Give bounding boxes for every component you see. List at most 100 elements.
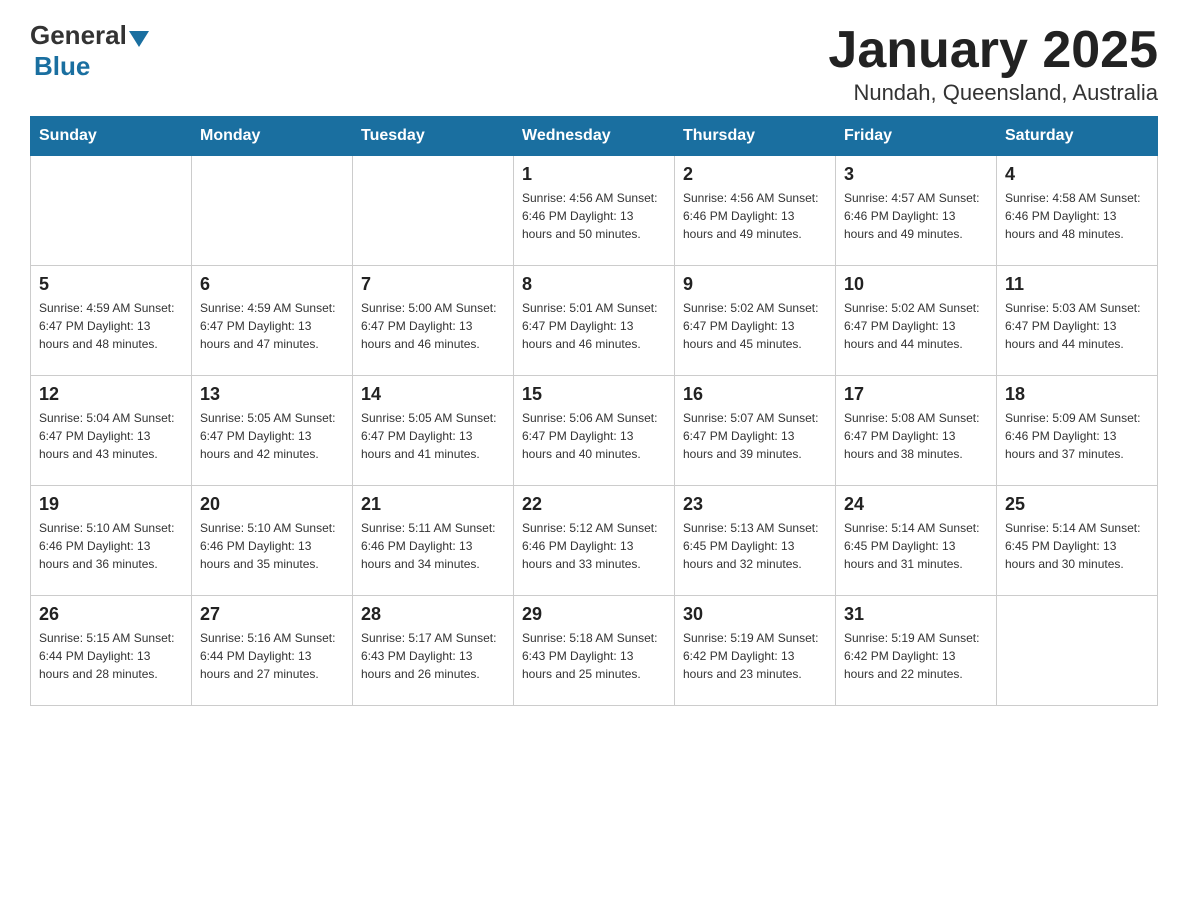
calendar-cell: 3 Sunrise: 4:57 AM Sunset: 6:46 PM Daylig… [836,156,997,266]
day-info: Sunrise: 5:19 AM Sunset: 6:42 PM Dayligh… [683,631,818,681]
day-number: 5 [39,274,183,295]
day-number: 10 [844,274,988,295]
calendar-cell: 13 Sunrise: 5:05 AM Sunset: 6:47 PM Dayli… [192,376,353,486]
day-header-wednesday: Wednesday [514,117,675,156]
calendar-cell: 14Sunrise: 5:05 AM Sunset: 6:47 PM Dayli… [353,376,514,486]
day-info: Sunrise: 4:57 AM Sunset: 6:46 PM Dayligh… [844,191,979,241]
day-info: Sunrise: 5:05 AM Sunset: 6:47 PM Dayligh… [200,411,335,461]
day-info: Sunrise: 5:09 AM Sunset: 6:46 PM Dayligh… [1005,411,1140,461]
day-header-friday: Friday [836,117,997,156]
day-info: Sunrise: 4:59 AM Sunset: 6:47 PM Dayligh… [39,301,174,351]
day-header-monday: Monday [192,117,353,156]
day-number: 23 [683,494,827,515]
day-info: Sunrise: 5:02 AM Sunset: 6:47 PM Dayligh… [844,301,979,351]
day-number: 3 [844,164,988,185]
day-info: Sunrise: 5:03 AM Sunset: 6:47 PM Dayligh… [1005,301,1140,351]
calendar-cell: 22 Sunrise: 5:12 AM Sunset: 6:46 PM Dayli… [514,486,675,596]
calendar-cell: 23 Sunrise: 5:13 AM Sunset: 6:45 PM Dayli… [675,486,836,596]
day-info: Sunrise: 5:04 AM Sunset: 6:47 PM Dayligh… [39,411,174,461]
calendar-cell: 29 Sunrise: 5:18 AM Sunset: 6:43 PM Dayli… [514,596,675,706]
day-info: Sunrise: 5:07 AM Sunset: 6:47 PM Dayligh… [683,411,818,461]
day-number: 19 [39,494,183,515]
day-number: 16 [683,384,827,405]
calendar-cell [31,156,192,266]
day-info: Sunrise: 5:12 AM Sunset: 6:46 PM Dayligh… [522,521,657,571]
calendar-cell: 30 Sunrise: 5:19 AM Sunset: 6:42 PM Dayli… [675,596,836,706]
day-number: 18 [1005,384,1149,405]
day-number: 15 [522,384,666,405]
day-number: 30 [683,604,827,625]
calendar-subtitle: Nundah, Queensland, Australia [828,80,1158,106]
day-number: 11 [1005,274,1149,295]
day-number: 7 [361,274,505,295]
logo: General Blue [30,20,149,82]
day-number: 29 [522,604,666,625]
calendar-cell: 5 Sunrise: 4:59 AM Sunset: 6:47 PM Daylig… [31,266,192,376]
calendar-cell: 12 Sunrise: 5:04 AM Sunset: 6:47 PM Dayli… [31,376,192,486]
day-info: Sunrise: 5:11 AM Sunset: 6:46 PM Dayligh… [361,521,496,571]
day-info: Sunrise: 5:14 AM Sunset: 6:45 PM Dayligh… [1005,521,1140,571]
day-info: Sunrise: 4:56 AM Sunset: 6:46 PM Dayligh… [522,191,657,241]
logo-blue-text: Blue [34,51,90,82]
day-number: 28 [361,604,505,625]
calendar-cell: 8 Sunrise: 5:01 AM Sunset: 6:47 PM Daylig… [514,266,675,376]
day-number: 2 [683,164,827,185]
title-section: January 2025 Nundah, Queensland, Austral… [828,20,1158,106]
day-info: Sunrise: 5:19 AM Sunset: 6:42 PM Dayligh… [844,631,979,681]
day-info: Sunrise: 5:14 AM Sunset: 6:45 PM Dayligh… [844,521,979,571]
day-info: Sunrise: 5:02 AM Sunset: 6:47 PM Dayligh… [683,301,818,351]
day-header-sunday: Sunday [31,117,192,156]
day-number: 24 [844,494,988,515]
calendar-header-row: SundayMondayTuesdayWednesdayThursdayFrid… [31,117,1158,156]
calendar-cell: 11 Sunrise: 5:03 AM Sunset: 6:47 PM Dayli… [997,266,1158,376]
calendar-cell: 2 Sunrise: 4:56 AM Sunset: 6:46 PM Daylig… [675,156,836,266]
calendar-cell: 27 Sunrise: 5:16 AM Sunset: 6:44 PM Dayli… [192,596,353,706]
calendar-cell [192,156,353,266]
day-info: Sunrise: 5:00 AM Sunset: 6:47 PM Dayligh… [361,301,496,351]
calendar-cell: 9 Sunrise: 5:02 AM Sunset: 6:47 PM Daylig… [675,266,836,376]
day-number: 6 [200,274,344,295]
day-info: Sunrise: 4:56 AM Sunset: 6:46 PM Dayligh… [683,191,818,241]
day-info: Sunrise: 5:17 AM Sunset: 6:43 PM Dayligh… [361,631,496,681]
day-number: 1 [522,164,666,185]
day-number: 4 [1005,164,1149,185]
day-info: Sunrise: 4:58 AM Sunset: 6:46 PM Dayligh… [1005,191,1140,241]
calendar-table: SundayMondayTuesdayWednesdayThursdayFrid… [30,116,1158,706]
day-number: 21 [361,494,505,515]
page-header: General Blue January 2025 Nundah, Queens… [30,20,1158,106]
day-number: 25 [1005,494,1149,515]
calendar-cell: 4 Sunrise: 4:58 AM Sunset: 6:46 PM Daylig… [997,156,1158,266]
calendar-cell: 1 Sunrise: 4:56 AM Sunset: 6:46 PM Daylig… [514,156,675,266]
calendar-cell: 24 Sunrise: 5:14 AM Sunset: 6:45 PM Dayli… [836,486,997,596]
day-info: Sunrise: 5:18 AM Sunset: 6:43 PM Dayligh… [522,631,657,681]
day-info: Sunrise: 5:08 AM Sunset: 6:47 PM Dayligh… [844,411,979,461]
week-row-3: 12 Sunrise: 5:04 AM Sunset: 6:47 PM Dayli… [31,376,1158,486]
day-number: 22 [522,494,666,515]
day-header-tuesday: Tuesday [353,117,514,156]
day-number: 9 [683,274,827,295]
day-number: 27 [200,604,344,625]
day-number: 31 [844,604,988,625]
calendar-cell: 19 Sunrise: 5:10 AM Sunset: 6:46 PM Dayli… [31,486,192,596]
calendar-cell [997,596,1158,706]
calendar-cell: 20Sunrise: 5:10 AM Sunset: 6:46 PM Dayli… [192,486,353,596]
calendar-title: January 2025 [828,20,1158,80]
calendar-cell: 31 Sunrise: 5:19 AM Sunset: 6:42 PM Dayli… [836,596,997,706]
day-number: 13 [200,384,344,405]
calendar-cell: 25 Sunrise: 5:14 AM Sunset: 6:45 PM Dayli… [997,486,1158,596]
day-header-saturday: Saturday [997,117,1158,156]
calendar-cell: 28 Sunrise: 5:17 AM Sunset: 6:43 PM Dayli… [353,596,514,706]
calendar-cell: 15Sunrise: 5:06 AM Sunset: 6:47 PM Dayli… [514,376,675,486]
day-info: Sunrise: 5:10 AM Sunset: 6:46 PM Dayligh… [39,521,174,571]
calendar-cell: 18 Sunrise: 5:09 AM Sunset: 6:46 PM Dayli… [997,376,1158,486]
day-number: 26 [39,604,183,625]
day-info: Sunrise: 5:16 AM Sunset: 6:44 PM Dayligh… [200,631,335,681]
day-info: Sunrise: 5:13 AM Sunset: 6:45 PM Dayligh… [683,521,818,571]
day-number: 8 [522,274,666,295]
day-info: Sunrise: 5:10 AM Sunset: 6:46 PM Dayligh… [200,521,335,571]
calendar-cell: 10 Sunrise: 5:02 AM Sunset: 6:47 PM Dayli… [836,266,997,376]
day-number: 14 [361,384,505,405]
day-info: Sunrise: 5:01 AM Sunset: 6:47 PM Dayligh… [522,301,657,351]
day-number: 12 [39,384,183,405]
week-row-2: 5 Sunrise: 4:59 AM Sunset: 6:47 PM Daylig… [31,266,1158,376]
